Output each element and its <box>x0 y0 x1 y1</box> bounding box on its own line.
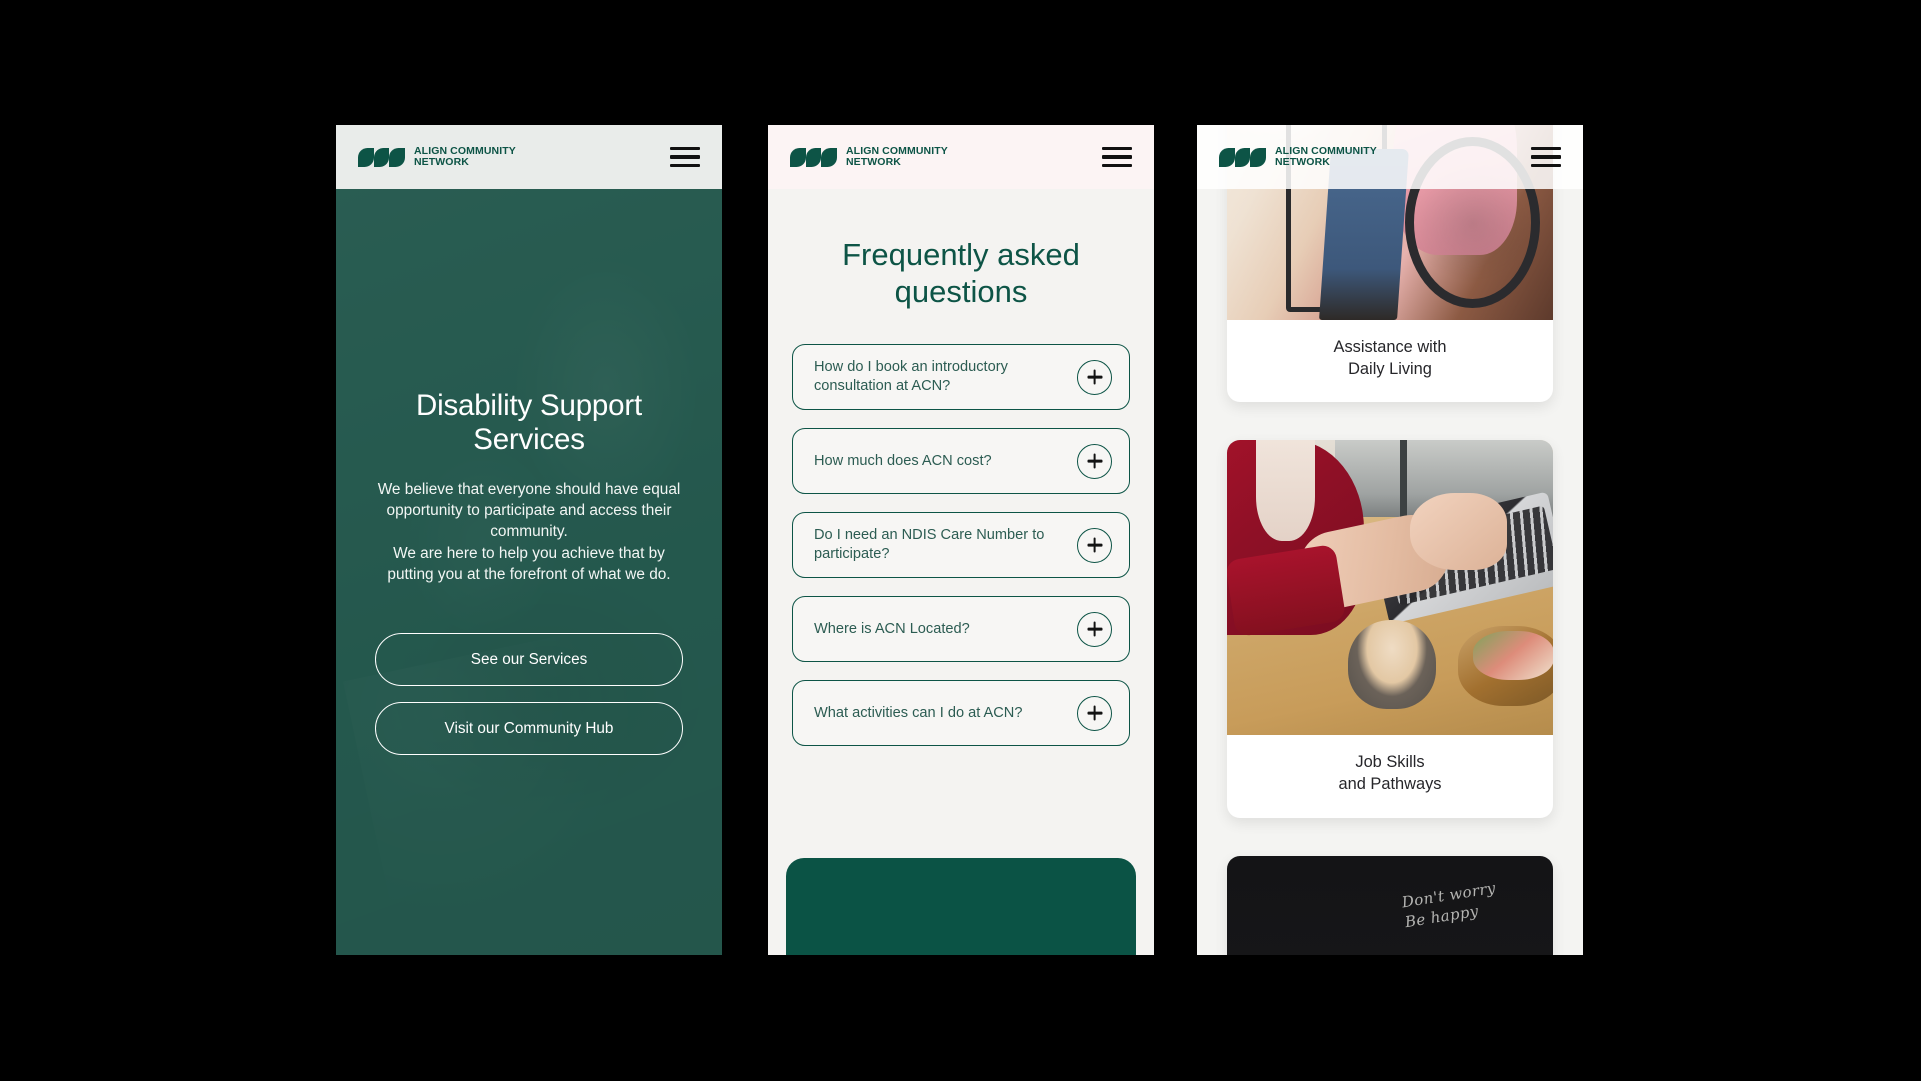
service-card-third[interactable]: Don't worry Be happy <box>1227 855 1553 955</box>
hamburger-bar-1 <box>1102 147 1132 151</box>
brand-wordmark-2: ALIGN COMMUNITY NETWORK <box>846 146 948 168</box>
hamburger-bar-2 <box>1102 155 1132 159</box>
brand-wordmark-1: ALIGN COMMUNITY NETWORK <box>414 146 516 168</box>
see-our-services-button[interactable]: See our Services <box>375 633 683 687</box>
service-card-label: Assistance with Daily Living <box>1333 338 1447 378</box>
align-community-network-leaves-logo-icon <box>790 147 837 167</box>
phone-mockup-faq: ALIGN COMMUNITY NETWORK Frequently asked… <box>768 125 1154 955</box>
faq-question: Where is ACN Located? <box>814 620 970 637</box>
brand-line-2: NETWORK <box>414 156 469 168</box>
app-header-1: ALIGN COMMUNITY NETWORK <box>336 125 722 189</box>
phone-mockup-hero: ALIGN COMMUNITY NETWORK Disability Suppo… <box>336 125 722 955</box>
hamburger-bar-2 <box>670 155 700 159</box>
hero-content: Disability Support Services We believe t… <box>336 189 722 955</box>
hamburger-menu-icon[interactable] <box>1102 147 1132 167</box>
hand-decor <box>1409 493 1508 571</box>
plus-icon[interactable] <box>1077 695 1112 731</box>
visit-community-hub-button[interactable]: Visit our Community Hub <box>375 702 683 756</box>
faq-cta-banner[interactable] <box>786 858 1136 955</box>
phone-3-screen: Assistance with Daily Living Job Skills … <box>1197 125 1583 955</box>
hamburger-bar-1 <box>1531 147 1561 151</box>
faq-section: Frequently asked questions How do I book… <box>768 189 1154 955</box>
phone-2-screen: ALIGN COMMUNITY NETWORK Frequently asked… <box>768 125 1154 955</box>
hero-title: Disability Support Services <box>416 388 642 456</box>
app-header-3: ALIGN COMMUNITY NETWORK <box>1197 125 1583 189</box>
screenshot-stage: ALIGN COMMUNITY NETWORK Disability Suppo… <box>0 0 1921 1081</box>
align-community-network-leaves-logo-icon <box>358 147 405 167</box>
service-card-job-skills[interactable]: Job Skills and Pathways <box>1227 440 1553 818</box>
brand-logo-1[interactable]: ALIGN COMMUNITY NETWORK <box>358 146 516 168</box>
brand-wordmark-3: ALIGN COMMUNITY NETWORK <box>1275 146 1377 168</box>
hero-section: Disability Support Services We believe t… <box>336 189 722 955</box>
phone-1-screen: ALIGN COMMUNITY NETWORK Disability Suppo… <box>336 125 722 955</box>
hamburger-menu-icon[interactable] <box>670 147 700 167</box>
faq-question: How much does ACN cost? <box>814 452 992 469</box>
chalkboard-text: Don't worry Be happy <box>1400 878 1500 933</box>
chalkboard-dont-worry-be-happy-image: Don't worry Be happy <box>1227 855 1553 955</box>
hamburger-bar-3 <box>1531 163 1561 167</box>
hero-description: We believe that everyone should have equ… <box>377 480 681 583</box>
person-typing-on-laptop-with-coffee-image <box>1227 440 1553 736</box>
app-header-2: ALIGN COMMUNITY NETWORK <box>768 125 1154 189</box>
faq-question: What activities can I do at ACN? <box>814 704 1023 721</box>
align-community-network-leaves-logo-icon <box>1219 147 1266 167</box>
service-card-label: Job Skills and Pathways <box>1338 753 1442 793</box>
faq-item[interactable]: Where is ACN Located? <box>792 596 1130 663</box>
plus-icon[interactable] <box>1077 359 1112 395</box>
faq-item[interactable]: How much does ACN cost? <box>792 428 1130 495</box>
faq-question: How do I book an introductory consultati… <box>814 358 1008 395</box>
brand-logo-3[interactable]: ALIGN COMMUNITY NETWORK <box>1219 146 1377 168</box>
faq-item[interactable]: What activities can I do at ACN? <box>792 680 1130 747</box>
shirt-decor <box>1256 440 1315 541</box>
brand-line-2: NETWORK <box>846 156 901 168</box>
service-card-list: Assistance with Daily Living Job Skills … <box>1197 125 1583 955</box>
phone-mockup-services: Assistance with Daily Living Job Skills … <box>1197 125 1583 955</box>
hamburger-bar-2 <box>1531 155 1561 159</box>
services-section: Assistance with Daily Living Job Skills … <box>1197 125 1583 955</box>
latte-cup-decor <box>1347 620 1436 709</box>
smiley-chalk-icon <box>1419 938 1462 955</box>
faq-item[interactable]: Do I need an NDIS Care Number to partici… <box>792 512 1130 579</box>
hamburger-bar-1 <box>670 147 700 151</box>
hamburger-menu-icon[interactable] <box>1531 147 1561 167</box>
faq-accordion-list: How do I book an introductory consultati… <box>792 344 1130 747</box>
brand-logo-2[interactable]: ALIGN COMMUNITY NETWORK <box>790 146 948 168</box>
faq-question: Do I need an NDIS Care Number to partici… <box>814 526 1045 563</box>
hamburger-bar-3 <box>1102 163 1132 167</box>
plus-icon[interactable] <box>1077 611 1112 647</box>
hero-button-group: See our Services Visit our Community Hub <box>375 633 683 756</box>
faq-item[interactable]: How do I book an introductory consultati… <box>792 344 1130 411</box>
sandwich-decor <box>1458 626 1553 706</box>
brand-line-2: NETWORK <box>1275 156 1330 168</box>
hamburger-bar-3 <box>670 163 700 167</box>
plus-icon[interactable] <box>1077 527 1112 563</box>
faq-page-title: Frequently asked questions <box>842 237 1080 309</box>
plus-icon[interactable] <box>1077 443 1112 479</box>
